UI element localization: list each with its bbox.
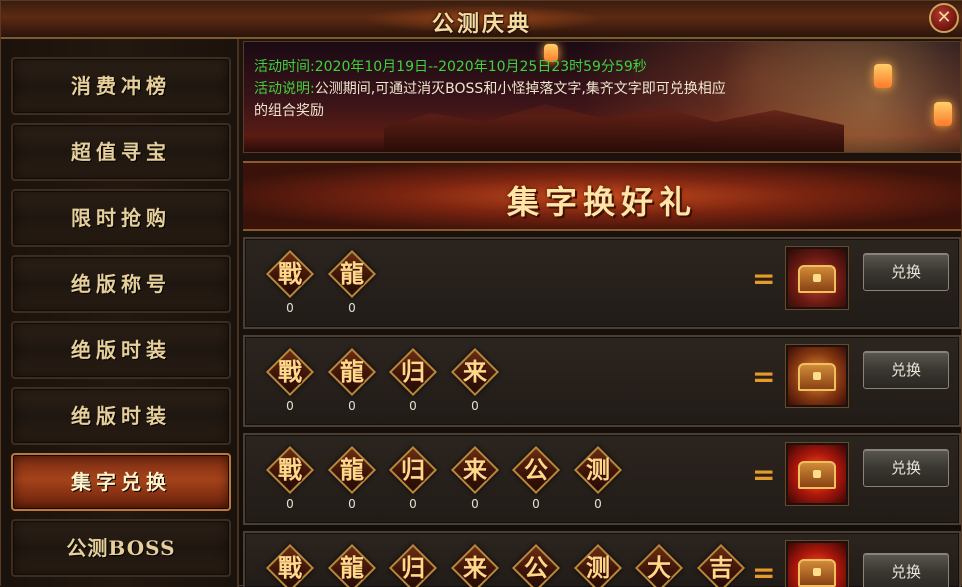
sidebar-item-treasure-hunt[interactable]: 超值寻宝 [11, 123, 231, 181]
palace-roofs-illustration [384, 104, 844, 152]
sidebar-item-flash-sale[interactable]: 限时抢购 [11, 189, 231, 247]
token-char: 测 [586, 553, 610, 582]
close-button[interactable]: ✕ [929, 3, 959, 33]
token-count: 0 [348, 301, 356, 315]
word-token: 戰 [265, 249, 315, 299]
token-char: 吉 [709, 553, 733, 582]
event-description: 活动说明:公测期间,可通过消灭BOSS和小怪掉落文字,集齐文字即可兑换相应 [254, 78, 726, 98]
event-desc-value: 公测期间,可通过消灭BOSS和小怪掉落文字,集齐文字即可兑换相应 [314, 81, 726, 97]
redeem-button[interactable]: 兑换 [863, 253, 949, 291]
word-token: 归 [388, 445, 438, 495]
word-token: 测 [573, 543, 623, 587]
token-char: 来 [463, 553, 487, 582]
exchange-row: 戰 0 龍 0 = 兑换 [243, 237, 961, 329]
sidebar-item-exclusive-costume-1[interactable]: 绝版时装 [11, 321, 231, 379]
token-char: 归 [401, 553, 425, 582]
word-token: 龍 [327, 543, 377, 587]
event-window: 公测庆典 ✕ 消费冲榜 超值寻宝 限时抢购 绝版称号 绝版时装 绝版时装 集字兑… [0, 0, 962, 587]
word-token: 戰 [265, 445, 315, 495]
token-char: 来 [463, 357, 487, 386]
token-char: 戰 [278, 259, 302, 288]
token-count: 0 [348, 399, 356, 413]
word-token: 公 [511, 543, 561, 587]
word-token: 来 [450, 543, 500, 587]
token-char: 龍 [340, 259, 364, 288]
token-count: 0 [594, 497, 602, 511]
equals-sign: = [752, 556, 776, 587]
sidebar: 消费冲榜 超值寻宝 限时抢购 绝版称号 绝版时装 绝版时装 集字兑换 公测BOS… [1, 39, 239, 587]
token-count: 0 [471, 399, 479, 413]
chest-shape [798, 461, 836, 489]
event-desc-value-cont: 的组合奖励 [254, 103, 324, 119]
event-time-label: 活动时间: [254, 59, 315, 75]
redeem-button[interactable]: 兑换 [863, 553, 949, 587]
event-description-cont: 的组合奖励 [254, 100, 324, 120]
token-count: 0 [348, 497, 356, 511]
token-char: 公 [524, 455, 548, 484]
word-token: 龍 [327, 249, 377, 299]
token-char: 公 [524, 553, 548, 582]
token-count: 0 [286, 399, 294, 413]
equals-sign: = [752, 262, 776, 295]
word-token: 来 [450, 347, 500, 397]
token-count: 0 [286, 301, 294, 315]
section-header: 集字换好礼 [243, 161, 961, 231]
token-char: 戰 [278, 553, 302, 582]
token-count: 0 [409, 497, 417, 511]
event-time: 活动时间:2020年10月19日--2020年10月25日23时59分59秒 [254, 56, 647, 76]
redeem-button[interactable]: 兑换 [863, 351, 949, 389]
token-char: 戰 [278, 357, 302, 386]
word-token: 归 [388, 347, 438, 397]
gold-chest-icon[interactable] [786, 345, 848, 407]
token-char: 来 [463, 455, 487, 484]
word-token: 龍 [327, 347, 377, 397]
word-token: 大 [634, 543, 684, 587]
event-time-value: 2020年10月19日--2020年10月25日23时59分59秒 [314, 59, 647, 75]
word-token: 戰 [265, 347, 315, 397]
chest-shape [798, 265, 836, 293]
window-title: 公测庆典 [431, 11, 532, 37]
token-count: 0 [286, 497, 294, 511]
exchange-row: 戰 龍 归 来 公 测 大 吉 = 兑换 [243, 531, 961, 587]
chest-shape [798, 363, 836, 391]
sidebar-item-beta-boss[interactable]: 公测BOSS [11, 519, 231, 577]
word-token: 公 [511, 445, 561, 495]
token-char: 归 [401, 357, 425, 386]
token-char: 龍 [340, 455, 364, 484]
equals-sign: = [752, 360, 776, 393]
token-char: 大 [647, 553, 671, 582]
token-char: 龍 [340, 357, 364, 386]
word-token: 龍 [327, 445, 377, 495]
event-banner: 活动时间:2020年10月19日--2020年10月25日23时59分59秒 活… [243, 41, 961, 153]
lantern-icon [874, 64, 892, 88]
equals-sign: = [752, 458, 776, 491]
token-count: 0 [471, 497, 479, 511]
sidebar-item-exclusive-costume-2[interactable]: 绝版时装 [11, 387, 231, 445]
dragon-chest-icon[interactable] [786, 443, 848, 505]
token-count: 0 [532, 497, 540, 511]
sidebar-item-consume-rank[interactable]: 消费冲榜 [11, 57, 231, 115]
section-title: 集字换好礼 [506, 183, 697, 221]
exchange-row: 戰 0 龍 0 归 0 来 0 公 0 测 0 = 兑换 [243, 433, 961, 525]
word-token: 来 [450, 445, 500, 495]
event-desc-label: 活动说明: [254, 81, 315, 97]
sidebar-item-word-exchange[interactable]: 集字兑换 [11, 453, 231, 511]
sidebar-item-exclusive-title[interactable]: 绝版称号 [11, 255, 231, 313]
chest-shape [798, 559, 836, 587]
dragon-chest-icon[interactable] [786, 541, 848, 587]
word-token: 测 [573, 445, 623, 495]
exchange-row: 戰 0 龍 0 归 0 来 0 = 兑换 [243, 335, 961, 427]
token-count: 0 [409, 399, 417, 413]
title-bar: 公测庆典 ✕ [1, 1, 962, 39]
token-char: 龍 [340, 553, 364, 582]
word-token: 吉 [696, 543, 746, 587]
token-char: 戰 [278, 455, 302, 484]
treasure-box-icon[interactable] [786, 247, 848, 309]
word-token: 归 [388, 543, 438, 587]
token-char: 归 [401, 455, 425, 484]
word-token: 戰 [265, 543, 315, 587]
redeem-button[interactable]: 兑换 [863, 449, 949, 487]
token-char: 测 [586, 455, 610, 484]
lantern-icon [934, 102, 952, 126]
